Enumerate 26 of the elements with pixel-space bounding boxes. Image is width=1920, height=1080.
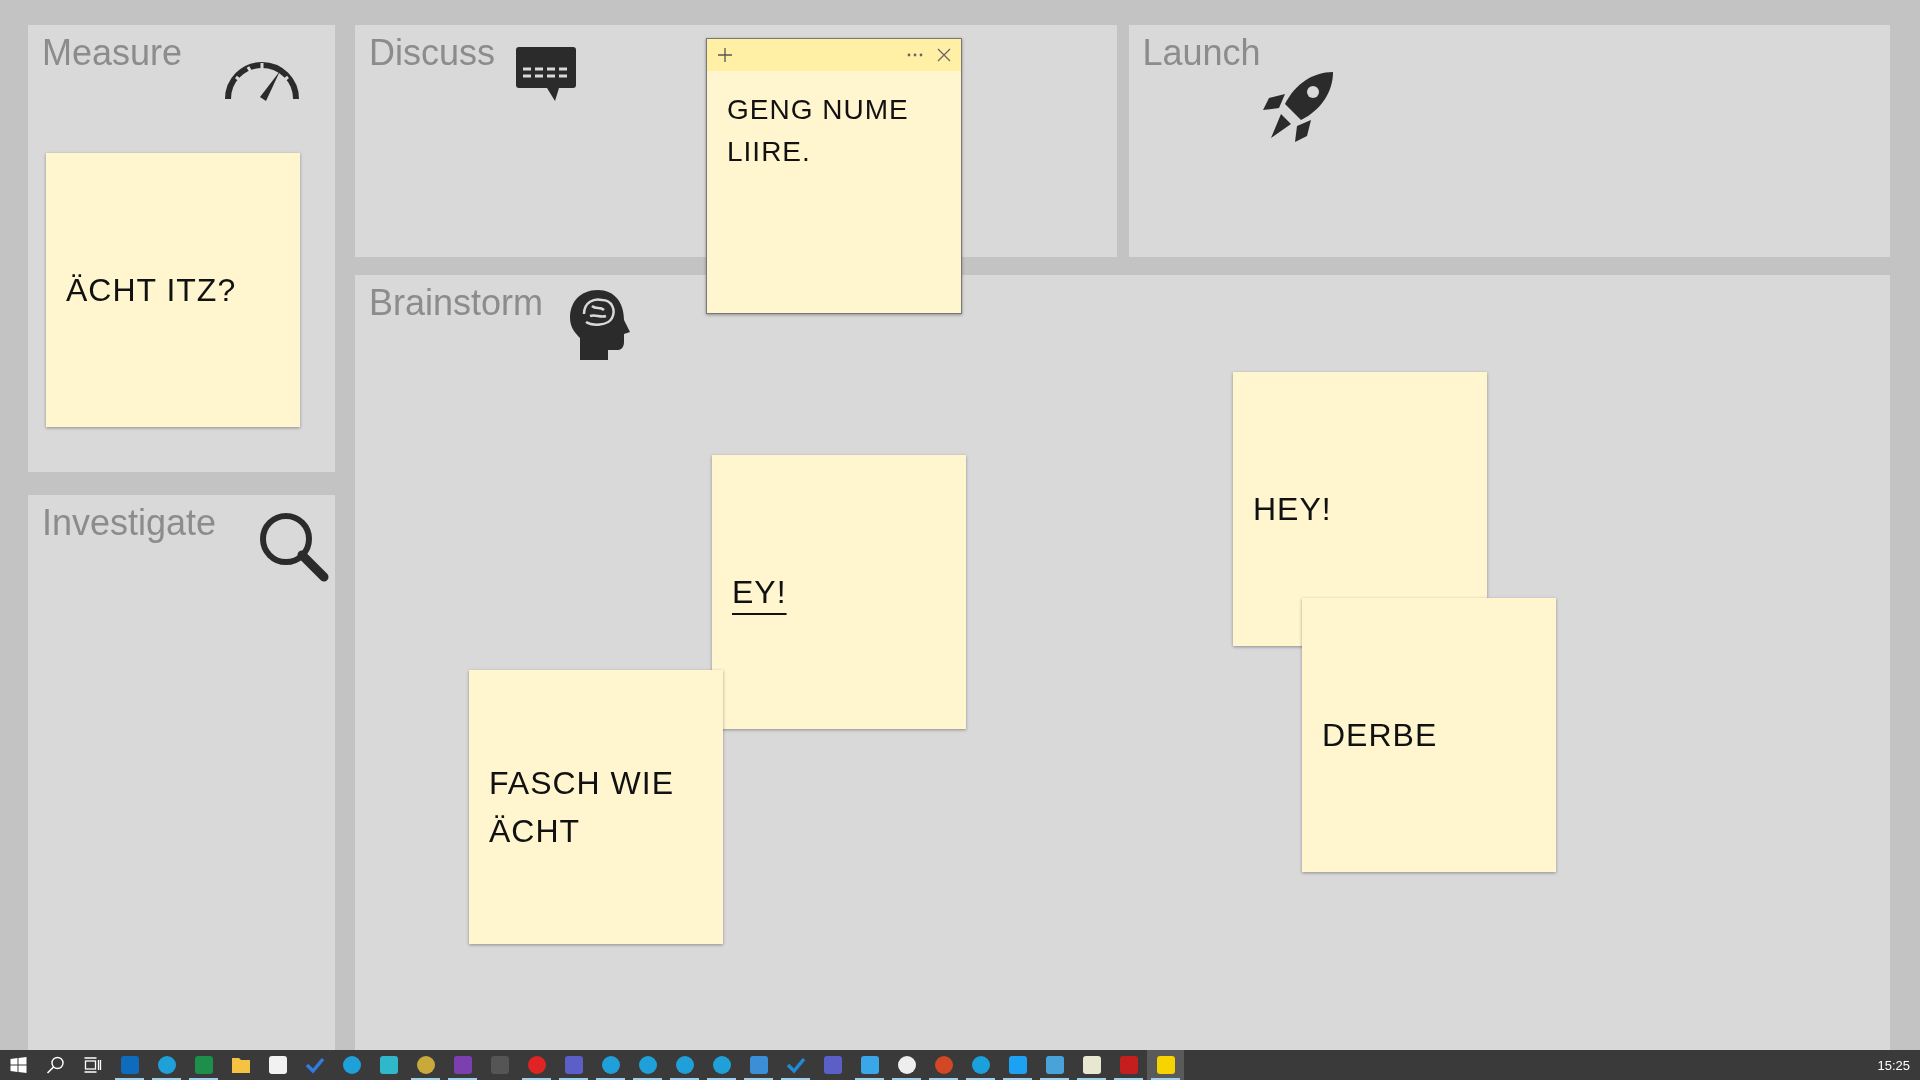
plus-icon[interactable] (717, 47, 733, 63)
check-icon (304, 1055, 325, 1075)
sticky-note[interactable]: ÄCHT ITZ? (46, 153, 300, 427)
panel-title: Investigate (42, 503, 217, 543)
panel-title: Measure (42, 33, 183, 73)
note-text: GENG NUME LIIRE. (727, 93, 909, 169)
sticky-note[interactable]: FASCH WIE ÄCHT (469, 670, 723, 944)
panel-title: Launch (1142, 33, 1261, 73)
search-icon (258, 511, 331, 583)
sticky-note[interactable]: DERBE (1302, 598, 1556, 872)
note-text: HEY! (1253, 490, 1332, 529)
folder-icon (230, 1055, 251, 1075)
close-icon[interactable] (937, 48, 951, 62)
speech-bubble-icon (515, 45, 578, 103)
clock: 15:25 (1877, 1057, 1911, 1073)
note-text: FASCH WIE ÄCHT (489, 764, 674, 851)
note-text: EY! (732, 573, 787, 612)
sticky-note[interactable]: EY! (712, 455, 966, 729)
panel-title: Brainstorm (369, 283, 544, 323)
head-icon (568, 288, 633, 362)
taskbar-app-button[interactable] (1147, 1050, 1184, 1080)
more-icon[interactable] (907, 52, 923, 58)
note-text: DERBE (1322, 716, 1438, 755)
panel-title: Discuss (369, 33, 496, 73)
note-text: ÄCHT ITZ? (66, 271, 237, 310)
sticky-note[interactable]: GENG NUME LIIRE. (706, 38, 962, 314)
